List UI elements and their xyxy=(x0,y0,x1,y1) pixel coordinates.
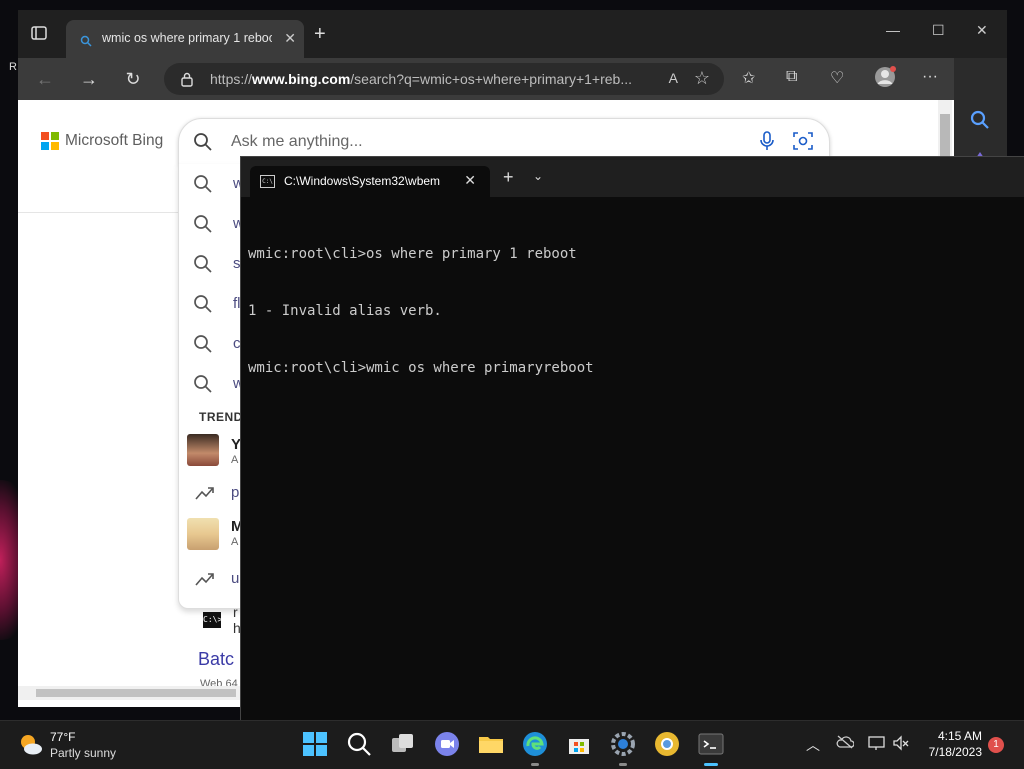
trending-title[interactable]: u xyxy=(231,570,239,587)
scroll-thumb[interactable] xyxy=(36,689,236,697)
volume-muted-icon[interactable] xyxy=(892,735,910,754)
read-aloud-icon[interactable]: A xyxy=(669,70,678,86)
search-favicon-icon xyxy=(80,34,92,52)
trending-arrow-icon xyxy=(195,572,215,591)
edge-taskbar-icon[interactable] xyxy=(522,731,548,766)
search-icon xyxy=(194,295,212,313)
address-bar[interactable]: https://www.bing.com/search?q=wmic+os+wh… xyxy=(164,63,724,95)
tab-close-icon[interactable]: ✕ xyxy=(284,30,296,47)
file-explorer-icon[interactable] xyxy=(478,731,504,757)
suggestion-item[interactable]: w xyxy=(193,174,244,196)
microphone-icon[interactable] xyxy=(759,131,775,156)
terminal-tabbar: C:\ C:\Windows\System32\wbem ✕ + ⌄ xyxy=(241,157,1024,197)
running-indicator xyxy=(531,763,539,766)
trending-title[interactable]: p xyxy=(231,484,239,501)
settings-gear-icon[interactable] xyxy=(610,731,636,766)
brand-name: Microsoft Bing xyxy=(65,132,164,149)
weather-condition: Partly sunny xyxy=(50,746,117,760)
trending-person-avatar xyxy=(187,434,219,466)
terminal-line: 1 - Invalid alias verb. xyxy=(248,303,442,319)
search-icon xyxy=(193,132,213,157)
cmd-tab-icon: C:\ xyxy=(260,175,275,188)
forward-button[interactable]: → xyxy=(78,68,100,90)
search-icon xyxy=(194,215,212,233)
visual-search-icon[interactable] xyxy=(793,131,813,156)
taskbar: 77°F Partly sunny ︿ 4:15 AM 7/18/2023 1 xyxy=(0,720,1024,769)
suggestion-item[interactable]: c xyxy=(193,334,241,356)
bing-logo[interactable]: Microsoft Bing xyxy=(41,132,163,150)
clock-time: 4:15 AM xyxy=(937,729,982,743)
browser-toolbar: ← → ↻ https://www.bing.com/search?q=wmic… xyxy=(18,58,1007,100)
header-divider xyxy=(18,212,178,213)
search-icon xyxy=(194,175,212,193)
close-window-icon[interactable]: ✕ xyxy=(976,22,988,39)
terminal-window: C:\ C:\Windows\System32\wbem ✕ + ⌄ wmic:… xyxy=(240,156,1024,721)
terminal-tab-title: C:\Windows\System32\wbem xyxy=(284,174,441,188)
terminal-taskbar-icon[interactable] xyxy=(698,731,724,766)
onedrive-offline-icon[interactable] xyxy=(836,735,855,752)
browser-tab[interactable]: wmic os where primary 1 reboot ✕ xyxy=(66,20,304,58)
lock-icon[interactable] xyxy=(180,71,194,92)
suggestion-item[interactable]: w xyxy=(193,214,244,236)
trending-subtitle: A xyxy=(231,454,239,466)
taskbar-search-icon[interactable] xyxy=(346,731,372,757)
suggestion-item[interactable]: fl xyxy=(193,294,241,316)
maximize-icon[interactable]: ☐ xyxy=(932,22,945,39)
terminal-tab[interactable]: C:\ C:\Windows\System32\wbem ✕ xyxy=(250,166,490,197)
trending-subtitle: A xyxy=(231,536,239,548)
clock-date: 7/18/2023 xyxy=(928,745,982,759)
minimize-icon[interactable]: — xyxy=(886,22,900,38)
tab-actions-icon[interactable] xyxy=(30,24,50,44)
more-options-icon[interactable]: ··· xyxy=(922,68,938,86)
browser-essentials-icon[interactable]: ♡ xyxy=(830,68,844,88)
terminal-line: wmic:root\cli>wmic os where primaryreboo… xyxy=(248,360,594,376)
teams-chat-icon[interactable] xyxy=(434,731,460,757)
result-link[interactable]: Batc xyxy=(198,649,234,670)
system-clock[interactable]: 4:15 AM 7/18/2023 xyxy=(920,729,982,759)
trending-arrow-icon xyxy=(195,486,215,505)
cmd-icon: C:\> xyxy=(203,612,222,628)
new-tab-button[interactable]: + xyxy=(314,24,326,44)
notification-badge[interactable]: 1 xyxy=(988,737,1004,753)
back-button[interactable]: ← xyxy=(34,68,56,90)
search-icon xyxy=(194,335,212,353)
collections-icon[interactable]: ⧉ xyxy=(786,68,797,86)
microsoft-logo-icon xyxy=(41,132,59,150)
result-partial-text: r xyxy=(233,604,238,620)
favorite-star-icon[interactable]: ☆ xyxy=(694,68,710,89)
start-button[interactable] xyxy=(302,731,328,757)
url-text[interactable]: https://www.bing.com/search?q=wmic+os+wh… xyxy=(210,71,640,87)
active-indicator xyxy=(704,763,718,766)
microsoft-store-icon[interactable] xyxy=(566,731,592,757)
chevron-up-icon[interactable]: ︿ xyxy=(806,735,820,755)
chevron-down-icon[interactable]: ⌄ xyxy=(533,169,543,183)
chrome-canary-icon[interactable] xyxy=(654,731,680,757)
suggestion-item[interactable]: w xyxy=(193,374,244,396)
terminal-new-tab-button[interactable]: + xyxy=(503,167,514,188)
favorites-icon[interactable]: ✩ xyxy=(742,68,755,88)
terminal-line: wmic:root\cli>os where primary 1 reboot xyxy=(248,246,577,262)
terminal-tab-close-icon[interactable]: ✕ xyxy=(464,172,476,189)
tab-title: wmic os where primary 1 reboot xyxy=(102,31,272,45)
suggestion-item[interactable]: s xyxy=(193,254,241,276)
trending-heading: TREND xyxy=(199,410,243,424)
browser-titlebar: wmic os where primary 1 reboot ✕ + — ☐ ✕ xyxy=(18,10,1007,58)
search-icon xyxy=(194,375,212,393)
search-icon xyxy=(194,255,212,273)
sidebar-search-icon[interactable] xyxy=(970,110,990,135)
refresh-button[interactable]: ↻ xyxy=(122,68,144,90)
running-indicator xyxy=(619,763,627,766)
temperature: 77°F xyxy=(50,730,76,744)
task-view-icon[interactable] xyxy=(390,731,416,757)
search-input[interactable]: Ask me anything... xyxy=(231,133,363,151)
terminal-output[interactable]: wmic:root\cli>os where primary 1 reboot … xyxy=(248,207,594,416)
horizontal-scrollbar[interactable] xyxy=(18,686,240,700)
profile-icon[interactable] xyxy=(874,66,896,93)
trending-person-avatar xyxy=(187,518,219,550)
desktop-icon-label: R xyxy=(9,61,17,73)
display-icon[interactable] xyxy=(868,735,886,754)
partly-sunny-icon xyxy=(21,735,42,755)
